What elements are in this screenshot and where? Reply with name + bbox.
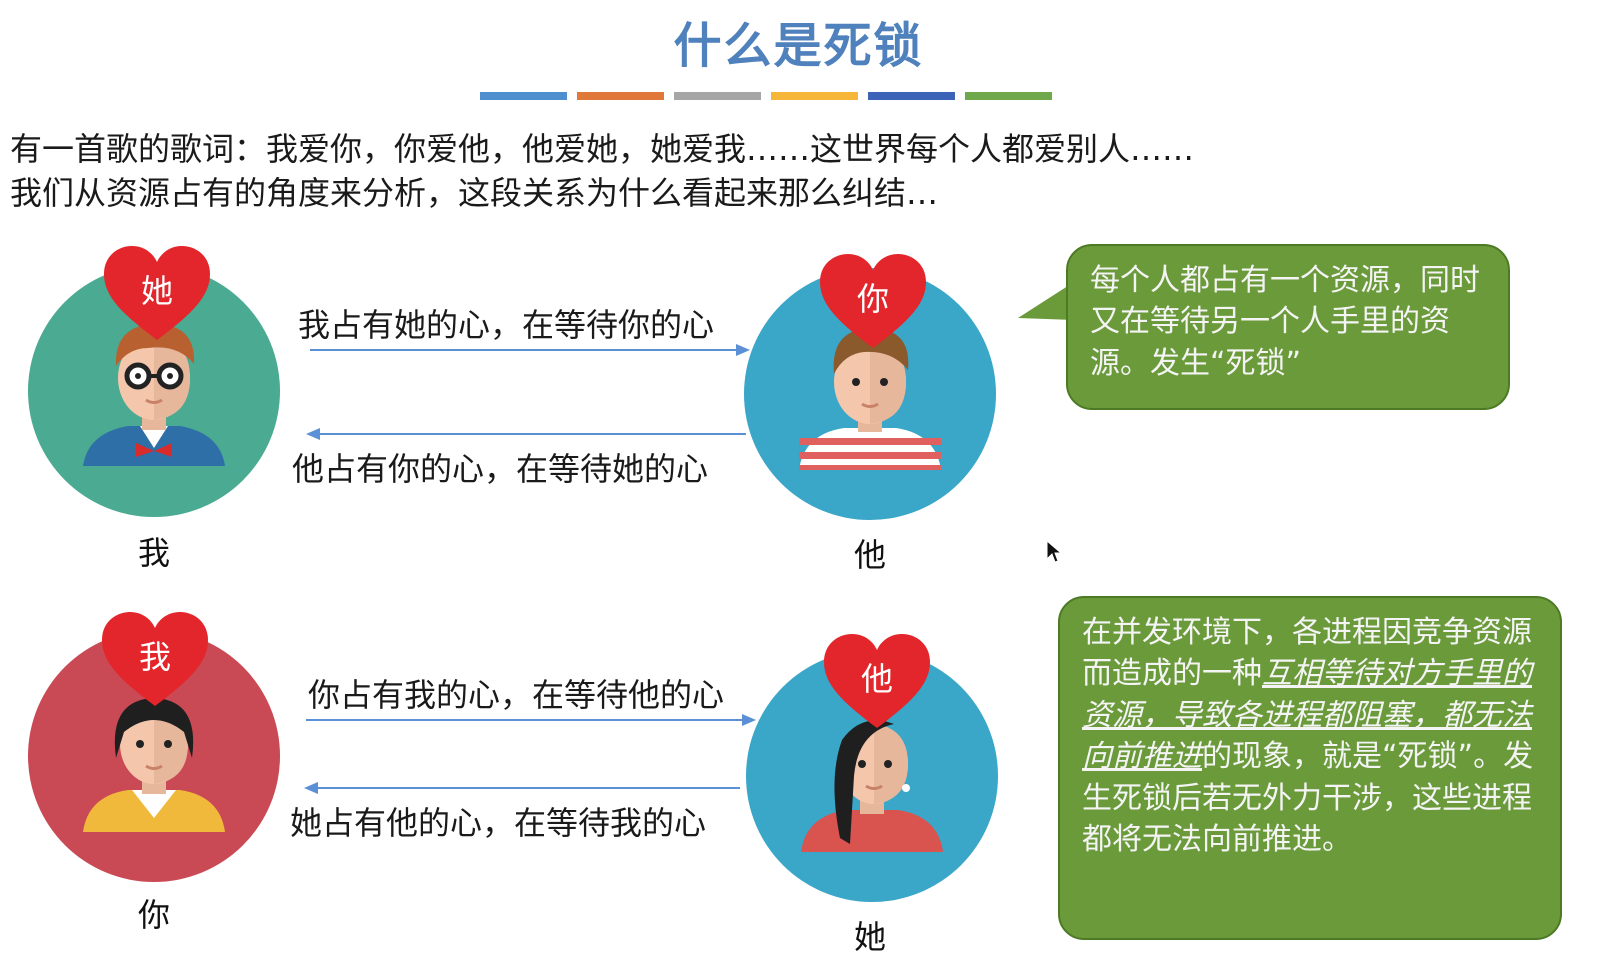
page-title: 什么是死锁 [673, 18, 924, 74]
accent-bar [771, 92, 858, 100]
accent-bar [480, 92, 567, 100]
accent-bar [868, 92, 955, 100]
intro-line-1: 有一首歌的歌词：我爱你，你爱他，他爱她，她爱我……这世界每个人都爱别人…… [10, 130, 1195, 168]
accent-bar [577, 92, 664, 100]
intro-line-2: 我们从资源占有的角度来分析，这段关系为什么看起来那么纠结… [10, 174, 939, 212]
callout-top: 每个人都占有一个资源，同时又在等待另一个人手里的资源。发生“死锁” [1066, 244, 1510, 410]
heart-label: 她 [141, 272, 173, 310]
arrow-label-him-to-me: 他占有你的心，在等待她的心 [292, 450, 709, 488]
arrow-right [310, 344, 750, 356]
title-accent-bars [480, 92, 1052, 100]
person-name-me: 我 [137, 534, 170, 572]
heart-icon: 我 [102, 612, 208, 706]
heart-icon: 他 [824, 634, 930, 728]
heart-icon: 她 [104, 246, 210, 340]
heart-label: 你 [857, 280, 889, 318]
person-name-you: 你 [137, 896, 170, 934]
accent-bar [674, 92, 761, 100]
callout-definition: 在并发环境下，各进程因竞争资源而造成的一种互相等待对方手里的资源，导致各进程都阻… [1058, 596, 1562, 940]
arrow-left [306, 428, 746, 440]
heart-icon: 你 [820, 254, 926, 348]
arrow-left [304, 782, 740, 794]
heart-label: 我 [139, 638, 171, 676]
accent-bar [965, 92, 1052, 100]
arrow-right [306, 714, 756, 726]
heart-label: 他 [861, 660, 893, 698]
mouse-cursor-icon [1046, 540, 1062, 563]
person-name-him: 他 [853, 536, 886, 574]
person-name-her: 她 [853, 918, 886, 956]
arrow-label-her-to-you: 她占有他的心，在等待我的心 [290, 804, 707, 842]
